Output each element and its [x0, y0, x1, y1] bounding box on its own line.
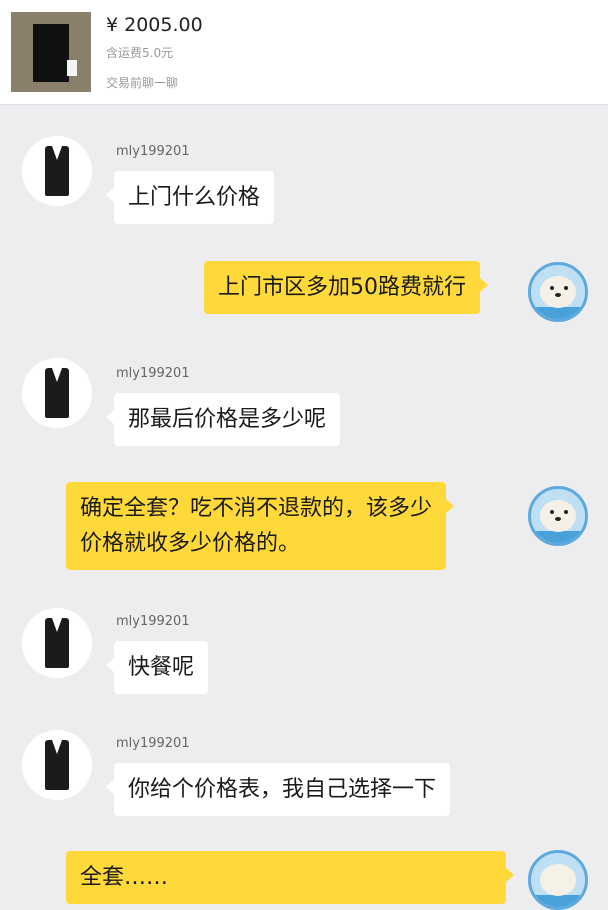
message-username: mly199201 [116, 614, 190, 629]
seal-nose-icon [555, 293, 561, 297]
seal-eye-icon [564, 510, 568, 514]
message-bubble-other[interactable]: 那最后价格是多少呢 [105, 393, 341, 446]
other-avatar[interactable] [22, 358, 92, 428]
other-avatar[interactable] [22, 730, 92, 800]
message-username: mly199201 [116, 736, 190, 751]
own-avatar[interactable] [528, 262, 588, 322]
item-header[interactable]: ¥ 2005.00 含运费5.0元 交易前聊一聊 [0, 0, 608, 105]
message-username: mly199201 [116, 366, 190, 381]
trade-note: 交易前聊一聊 [106, 76, 179, 90]
own-avatar[interactable] [528, 486, 588, 546]
seal-avatar-icon [540, 276, 576, 308]
message-bubble-own[interactable]: 上门市区多加50路费就行 [204, 261, 488, 314]
message-bubble-other[interactable]: 你给个价格表，我自己选择一下 [105, 763, 451, 816]
message-bubble-own[interactable]: 确定全套？吃不消不退款的，该多少 价格就收多少价格的。 [66, 482, 455, 570]
vest-avatar-icon [45, 368, 69, 418]
vest-avatar-icon [45, 146, 69, 196]
vest-avatar-icon [45, 618, 69, 668]
message-line: 价格就收多少价格的。 [80, 531, 301, 556]
own-avatar[interactable] [528, 850, 588, 910]
shipping-fee: 含运费5.0元 [106, 46, 174, 60]
message-bubble-other[interactable]: 快餐呢 [105, 641, 209, 694]
item-thumbnail[interactable] [11, 12, 91, 92]
message-username: mly199201 [116, 144, 190, 159]
seal-nose-icon [555, 517, 561, 521]
other-avatar[interactable] [22, 608, 92, 678]
seal-avatar-icon [540, 500, 576, 532]
clothing-icon [33, 24, 69, 82]
price-tag-icon [67, 60, 77, 76]
wave-icon [531, 895, 585, 907]
seal-avatar-icon [540, 864, 576, 896]
seal-eye-icon [564, 286, 568, 290]
message-bubble-own[interactable]: 全套…… [66, 851, 514, 904]
vest-avatar-icon [45, 740, 69, 790]
message-line: 确定全套？吃不消不退款的，该多少 [80, 496, 433, 521]
seal-eye-icon [550, 286, 554, 290]
message-bubble-other[interactable]: 上门什么价格 [105, 171, 275, 224]
item-price: ¥ 2005.00 [106, 14, 203, 36]
seal-eye-icon [550, 510, 554, 514]
wave-icon [531, 531, 585, 543]
other-avatar[interactable] [22, 136, 92, 206]
wave-icon [531, 307, 585, 319]
